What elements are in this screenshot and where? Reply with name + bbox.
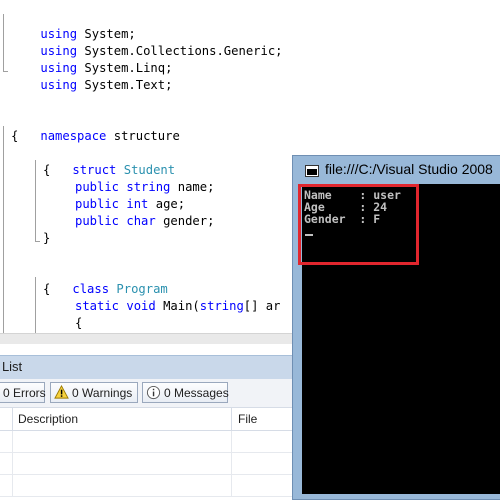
column-header-file[interactable]: File	[238, 408, 257, 430]
cell-divider	[231, 475, 232, 496]
using-outline-guide	[3, 14, 8, 72]
code-line-field-age: public int age;	[75, 197, 186, 211]
class-outline-guide	[35, 277, 36, 333]
code-line-field-gender: public char gender;	[75, 214, 215, 228]
column-header-description[interactable]: Description	[18, 408, 78, 430]
column-divider[interactable]	[12, 408, 13, 430]
warning-icon	[54, 385, 69, 399]
column-divider[interactable]	[231, 408, 232, 430]
warnings-filter-button[interactable]: 0 Warnings	[50, 382, 138, 403]
table-row	[0, 475, 300, 497]
code-line-using-linq: using System.Linq;	[40, 61, 173, 75]
table-row	[0, 453, 300, 475]
code-line-class: class Program	[72, 282, 168, 296]
code-line-using-collections: using System.Collections.Generic;	[40, 44, 283, 58]
code-line-brace: {	[43, 282, 51, 296]
code-line-brace: }	[43, 231, 51, 245]
code-line-main: static void Main(string[] ar	[75, 299, 281, 313]
console-title: file:///C:/Visual Studio 2008	[325, 161, 493, 177]
info-icon	[146, 385, 161, 400]
code-line-brace: {	[75, 316, 83, 330]
table-row	[0, 431, 300, 453]
console-title-bar[interactable]: file:///C:/Visual Studio 2008	[293, 156, 500, 184]
messages-label: 0 Messages	[164, 386, 229, 400]
error-list-toolbar: 0 Errors 0 Warnings 0 Messages	[0, 379, 300, 408]
output-highlight-box	[298, 184, 419, 265]
cell-divider	[231, 453, 232, 474]
code-line-namespace: namespace structure	[40, 129, 180, 143]
struct-outline-guide	[35, 160, 40, 242]
cell-divider	[12, 431, 13, 452]
error-list-title-bar: r List	[0, 355, 300, 379]
code-line-brace: {	[43, 163, 51, 177]
cell-divider	[12, 475, 13, 496]
error-list-panel: r List 0 Errors 0 Warnings 0 Messages De…	[0, 355, 300, 500]
error-list-title: r List	[0, 359, 23, 374]
code-line-field-name: public string name;	[75, 180, 215, 194]
messages-filter-button[interactable]: 0 Messages	[142, 382, 229, 403]
code-line-using-system: using System;	[40, 27, 136, 41]
code-line-struct: struct Student	[72, 163, 176, 177]
error-list-column-header: Description File	[0, 408, 300, 431]
warnings-label: 0 Warnings	[72, 386, 133, 400]
errors-filter-button[interactable]: 0 Errors	[0, 382, 46, 403]
code-line-using-text: using System.Text;	[40, 78, 173, 92]
code-line-brace: {	[11, 129, 19, 143]
console-app-icon	[305, 165, 319, 177]
cell-divider	[231, 431, 232, 452]
cell-divider	[12, 453, 13, 474]
namespace-outline-guide	[3, 126, 4, 333]
errors-label: 0 Errors	[3, 386, 46, 400]
